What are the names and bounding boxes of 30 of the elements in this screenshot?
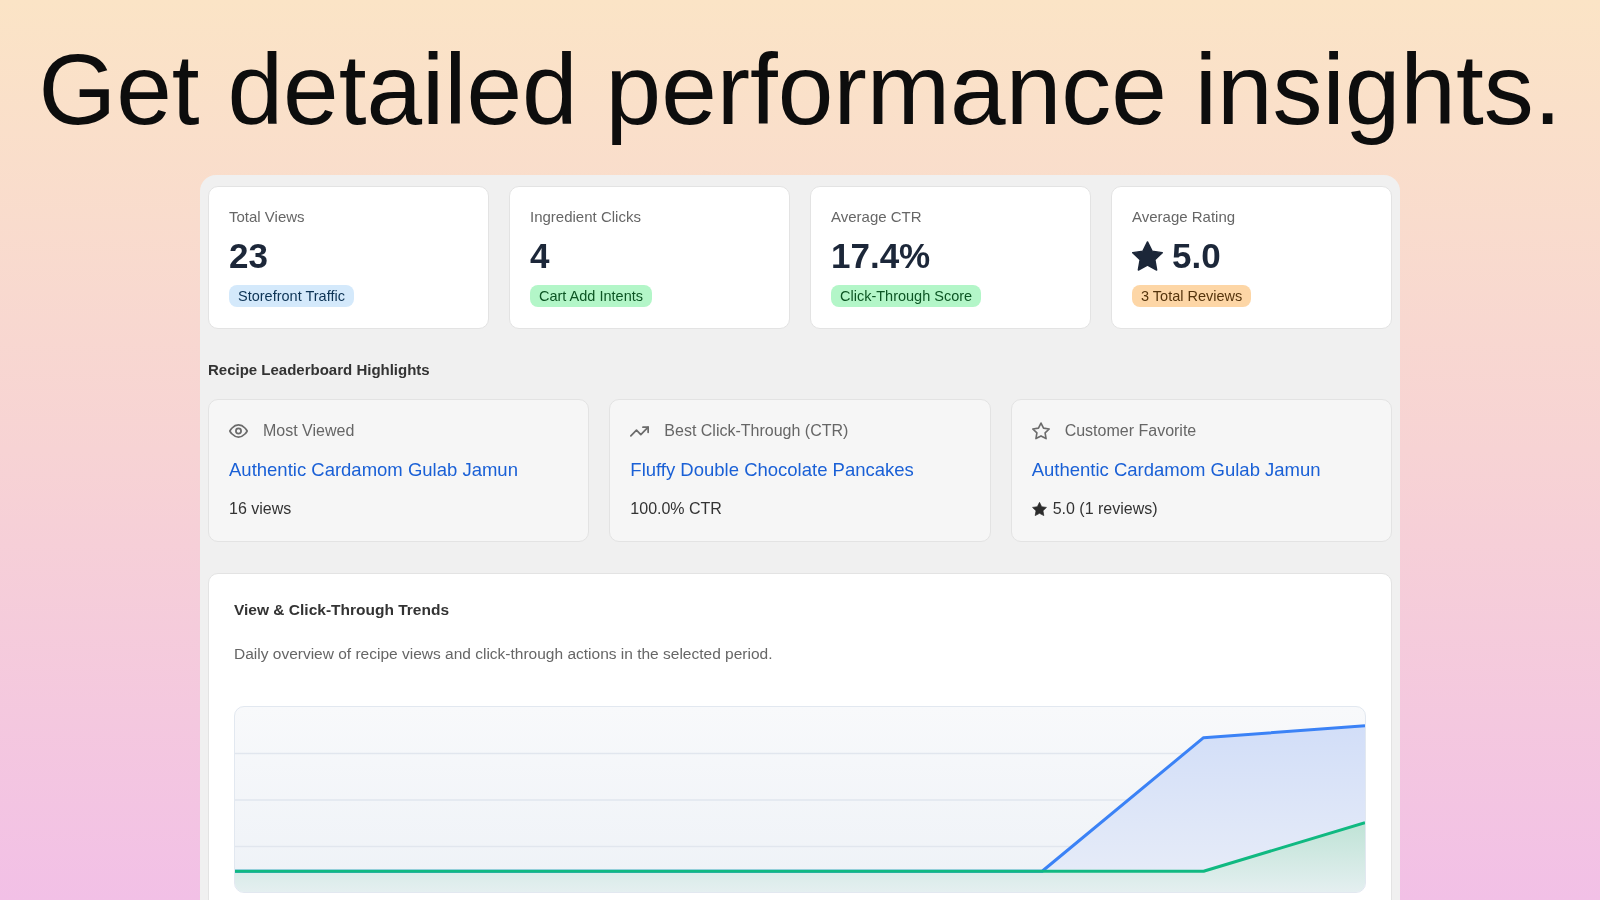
stat-label: Ingredient Clicks: [530, 208, 641, 226]
highlight-label: Most Viewed: [263, 421, 355, 441]
eye-icon: [229, 424, 248, 438]
highlight-label: Best Click-Through (CTR): [664, 421, 849, 441]
star-icon: [1132, 241, 1163, 271]
stat-value: 4: [530, 236, 550, 276]
recipe-link[interactable]: Fluffy Double Chocolate Pancakes: [630, 459, 914, 481]
recipe-link[interactable]: Authentic Cardamom Gulab Jamun: [1031, 459, 1321, 481]
star-icon: [1031, 422, 1050, 440]
highlight-detail: 16 views: [229, 499, 292, 519]
trending-up-icon: [630, 425, 650, 437]
badge: 3 Total Reviews: [1132, 285, 1252, 307]
section-title: Recipe Leaderboard Highlights: [208, 361, 430, 379]
stat-label: Average CTR: [831, 208, 922, 226]
recipe-link[interactable]: Authentic Cardamom Gulab Jamun: [229, 459, 518, 481]
highlight-label: Customer Favorite: [1064, 421, 1197, 441]
star-icon: [1031, 502, 1047, 516]
highlight-detail: 5.0 (1 reviews): [1052, 499, 1158, 519]
stat-value: 5.0: [1172, 236, 1221, 276]
highlight-detail: 100.0% CTR: [630, 499, 722, 519]
badge: Storefront Traffic: [229, 285, 354, 307]
stat-label: Total Views: [229, 208, 305, 226]
chart-description: Daily overview of recipe views and click-through actions in the selected period.: [234, 644, 773, 664]
stat-label: Average Rating: [1132, 208, 1236, 226]
stat-value: 23: [229, 236, 268, 276]
headline: Get detailed performance insights.: [38, 32, 1562, 147]
badge: Cart Add Intents: [530, 285, 652, 307]
chart-title: View & Click-Through Trends: [234, 600, 450, 620]
badge: Click-Through Score: [831, 285, 982, 307]
stat-value: 17.4%: [831, 236, 931, 276]
